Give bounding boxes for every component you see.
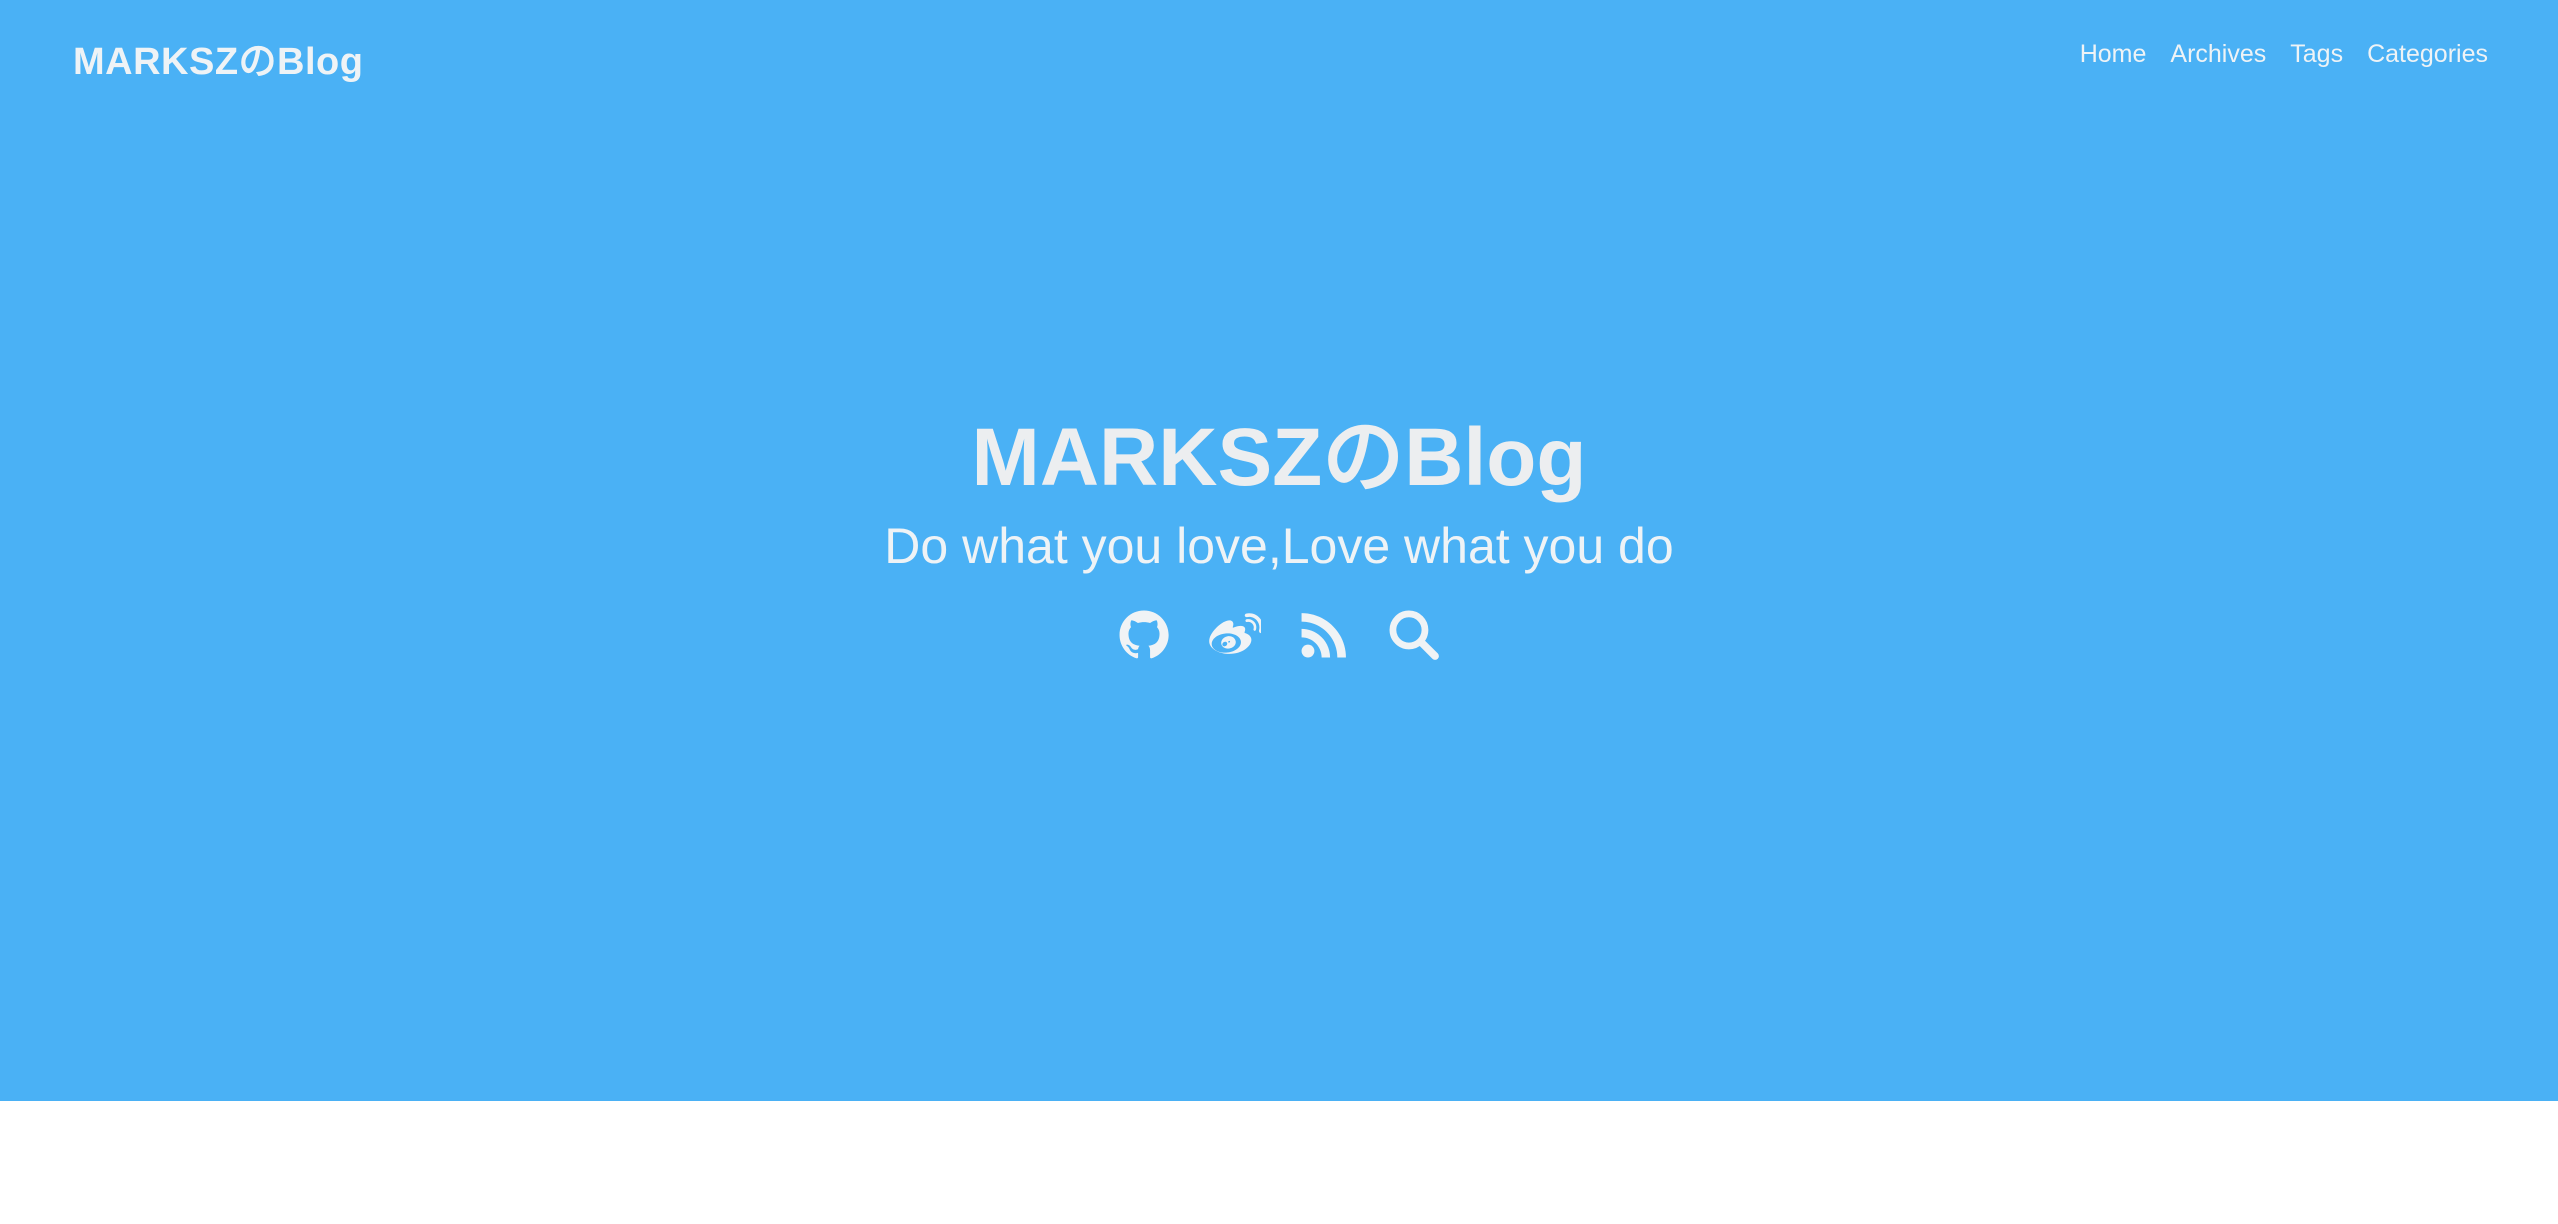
nav-tags[interactable]: Tags xyxy=(2290,40,2343,69)
rss-icon[interactable] xyxy=(1297,608,1351,662)
top-nav: Home Archives Tags Categories xyxy=(2080,40,2488,69)
search-icon[interactable] xyxy=(1387,608,1441,662)
site-brand-link[interactable]: MARKSZのBlog xyxy=(73,30,363,85)
nav-archives[interactable]: Archives xyxy=(2170,40,2266,69)
nav-home[interactable]: Home xyxy=(2080,40,2147,69)
hero-banner: MARKSZのBlog Home Archives Tags Categorie… xyxy=(0,0,2558,1101)
weibo-icon[interactable] xyxy=(1207,608,1261,662)
hero-title: MARKSZのBlog xyxy=(971,412,1587,503)
social-icons xyxy=(0,608,2558,662)
hero-subtitle: Do what you love,Love what you do xyxy=(884,518,1674,574)
hero-content: MARKSZのBlog Do what you love,Love what y… xyxy=(0,408,2558,662)
nav-categories[interactable]: Categories xyxy=(2367,40,2488,69)
github-icon[interactable] xyxy=(1117,608,1171,662)
